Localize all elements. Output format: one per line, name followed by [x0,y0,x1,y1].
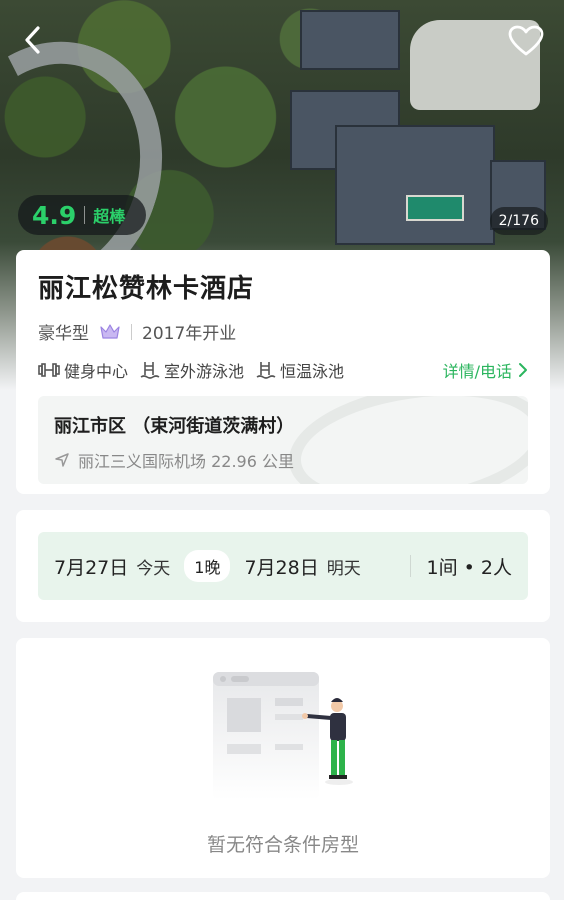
facility-heated-pool: 恒温泳池 [256,358,344,382]
hotel-name: 丽江松赞林卡酒店 [38,274,255,304]
facility-label: 健身中心 [64,362,129,381]
rating-label: 超棒 [93,207,126,226]
photo-counter: 2/176 [489,207,548,235]
hotel-category: 豪华型 [38,324,89,344]
chevron-right-icon [519,363,527,377]
hotel-address: 丽江市区 （束河街道茨满村） [54,416,295,437]
facility-row[interactable]: 健身中心 室外游泳池 恒温泳池 详情/电话 [38,358,528,382]
address-map-box[interactable]: 丽江市区 （束河街道茨满村） 丽江三义国际机场 22.96 公里 [38,396,528,484]
pool-ladder-icon [256,362,276,379]
details-phone-link[interactable]: 详情/电话 [443,358,528,382]
empty-state-text: 暂无符合条件房型 [206,834,359,856]
rooms-guests[interactable]: 1间 • 2人 [427,553,512,580]
hotel-info-card: 丽江松赞林卡酒店 豪华型 2017年开业 健身中心 室外游泳池 恒温泳池 详情/… [16,250,550,494]
rating-badge: 4.9 超棒 [18,195,146,235]
pool-ladder-icon [140,362,160,379]
checkin-date: 7月27日 [54,556,129,579]
heart-outline-icon [508,25,544,56]
facility-label: 恒温泳池 [280,362,345,381]
rating-divider [84,206,86,224]
chevron-left-icon [25,26,40,54]
facility-label: 室外游泳池 [164,362,245,381]
aerial-pool [406,195,464,221]
facility-gym: 健身中心 [38,358,128,382]
nights-badge: 1晚 [184,550,231,582]
navigation-arrow-icon [55,453,69,467]
checkout-day: 明天 [326,558,361,579]
date-selector[interactable]: 7月27日 今天 1晚 7月28日 明天 1间 • 2人 [38,532,528,600]
facility-outdoor-pool: 室外游泳池 [140,358,244,382]
meta-divider [131,323,132,340]
airport-distance-text: 丽江三义国际机场 22.96 公里 [78,452,294,471]
airport-distance: 丽江三义国际机场 22.96 公里 [54,448,512,472]
empty-state-illustration [203,668,363,812]
date-selector-card: 7月27日 今天 1晚 7月28日 明天 1间 • 2人 [16,510,550,622]
dumbbell-icon [38,363,60,377]
next-section-card [16,892,550,900]
aerial-building [335,125,495,245]
room-list-card: 暂无符合条件房型 [16,638,550,878]
crown-icon [99,323,121,341]
details-phone-label: 详情/电话 [442,362,512,381]
checkin-day: 今天 [136,558,171,579]
checkout-date: 7月28日 [244,556,319,579]
hotel-opened-year: 2017年开业 [142,324,237,344]
aerial-building [300,10,400,70]
hotel-meta-row: 豪华型 2017年开业 [38,319,528,344]
room-divider [409,555,411,577]
favorite-button[interactable] [506,22,546,60]
back-button[interactable] [18,22,48,58]
rating-score: 4.9 [32,200,77,230]
